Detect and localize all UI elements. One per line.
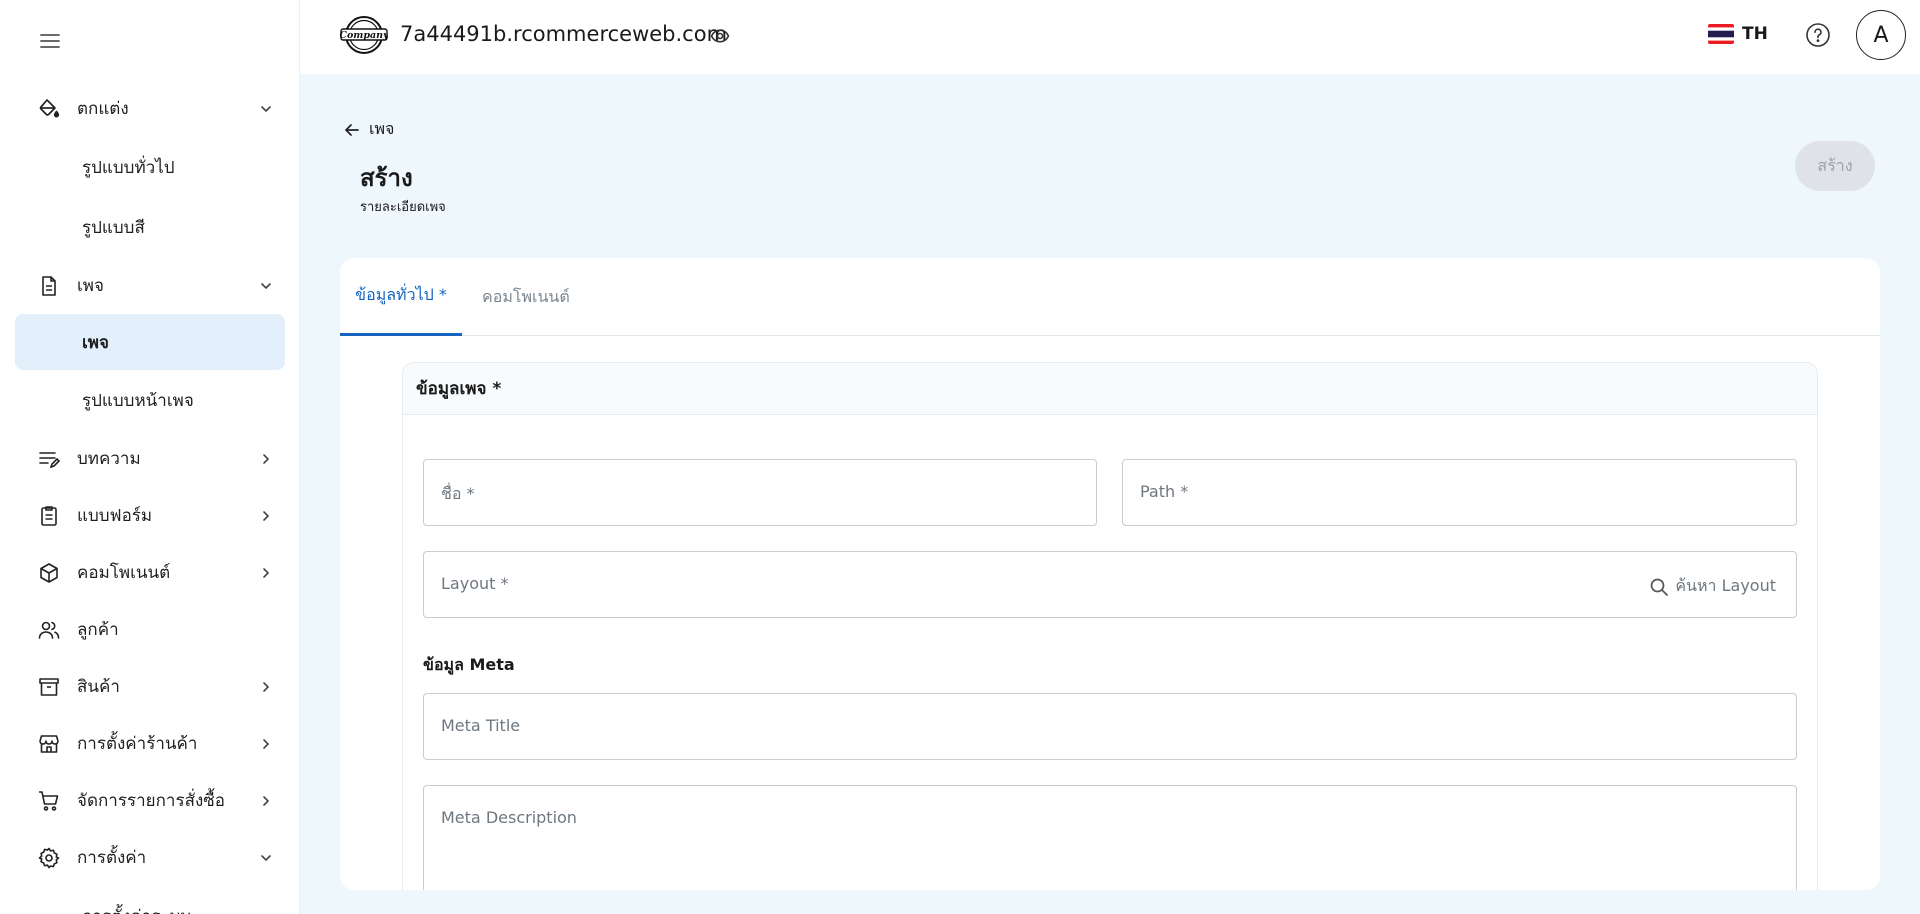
sidebar-item-customers[interactable]: ลูกค้า — [0, 601, 299, 658]
layout-field[interactable]: Layout * ค้นหา Layout — [423, 551, 1797, 618]
page-title: สร้าง — [360, 164, 413, 192]
sidebar-item-forms[interactable]: แบบฟอร์ม — [0, 487, 299, 544]
sidebar-subitem-label: รูปแบบทั่วไป — [82, 157, 175, 178]
sidebar-item-components[interactable]: คอมโพเนนต์ — [0, 544, 299, 601]
sidebar-item-label: บทความ — [77, 449, 141, 469]
article-edit-icon — [37, 447, 61, 471]
sidebar-item-pages[interactable]: เพจ — [0, 257, 299, 314]
tab-bar: ข้อมูลทั่วไป * คอมโพเนนต์ — [340, 258, 1880, 336]
sidebar-item-label: เพจ — [77, 276, 104, 296]
avatar[interactable]: A — [1856, 10, 1906, 60]
sidebar-subitem-label: รูปแบบสี — [82, 217, 145, 238]
sidebar-item-articles[interactable]: บทความ — [0, 430, 299, 487]
chevron-right-icon — [258, 565, 274, 581]
storefront-icon — [37, 732, 61, 756]
tab-components[interactable]: คอมโพเนนต์ — [482, 258, 570, 336]
help-icon[interactable] — [1805, 22, 1831, 48]
back-link[interactable]: เพจ — [343, 117, 394, 142]
search-icon — [1650, 578, 1669, 596]
back-link-label: เพจ — [369, 119, 395, 138]
sidebar-subitem-label: การตั้งค่าระบบ — [82, 903, 191, 914]
clipboard-icon — [37, 504, 61, 528]
archive-box-icon — [37, 675, 61, 699]
sidebar-item-products[interactable]: สินค้า — [0, 658, 299, 715]
meta-description-placeholder: Meta Description — [441, 808, 577, 827]
sidebar-item-label: จัดการรายการสั่งซื้อ — [77, 791, 226, 811]
create-button[interactable]: สร้าง — [1795, 141, 1875, 191]
page-subtitle: รายละเอียดเพจ — [360, 200, 446, 215]
company-logo[interactable]: Company — [340, 15, 388, 55]
sidebar-item-label: การตั้งค่าร้านค้า — [77, 734, 198, 754]
name-placeholder: ชื่อ * — [441, 484, 475, 503]
logo-text: Company — [340, 30, 388, 41]
language-selector[interactable]: TH — [1742, 24, 1768, 44]
layout-placeholder: Layout * — [441, 574, 509, 593]
top-header: Company 7a44491b.rcommerceweb.com TH A — [300, 0, 1920, 74]
menu-icon[interactable] — [38, 30, 62, 52]
sidebar-item-label: แบบฟอร์ม — [77, 506, 153, 526]
meta-section-label: ข้อมูล Meta — [423, 655, 515, 674]
chevron-right-icon — [258, 451, 274, 467]
chevron-right-icon — [258, 736, 274, 752]
sidebar-item-store-settings[interactable]: การตั้งค่าร้านค้า — [0, 715, 299, 772]
chevron-right-icon — [258, 793, 274, 809]
sidebar-item-label: ลูกค้า — [77, 620, 119, 640]
eye-icon[interactable] — [710, 27, 730, 45]
gear-icon — [37, 846, 61, 870]
layout-search-label: ค้นหา Layout — [1675, 576, 1776, 595]
sidebar-item-decorate[interactable]: ตกแต่ง — [0, 80, 299, 137]
chevron-right-icon — [258, 508, 274, 524]
users-icon — [37, 618, 61, 642]
tab-general-info[interactable]: ข้อมูลทั่วไป * — [340, 258, 462, 336]
section-title: ข้อมูลเพจ * — [403, 363, 1817, 415]
sidebar-subitem-system-settings[interactable]: การตั้งค่าระบบ — [0, 886, 299, 914]
cart-icon — [37, 789, 61, 813]
sidebar-item-label: คอมโพเนนต์ — [77, 563, 171, 583]
sidebar-item-label: ตกแต่ง — [77, 99, 129, 119]
arrow-left-icon — [345, 123, 359, 136]
chevron-right-icon — [258, 679, 274, 695]
sidebar-subitem-page-layout[interactable]: รูปแบบหน้าเพจ — [0, 370, 299, 430]
document-icon — [37, 274, 61, 298]
chevron-down-icon — [258, 101, 274, 117]
thailand-flag-icon[interactable] — [1708, 24, 1734, 44]
paint-bucket-icon — [37, 97, 61, 121]
sidebar-item-settings[interactable]: การตั้งค่า — [0, 829, 299, 886]
sidebar-subitem-label: รูปแบบหน้าเพจ — [82, 390, 194, 411]
path-field[interactable]: Path * — [1122, 459, 1797, 526]
meta-title-placeholder: Meta Title — [441, 716, 521, 735]
site-domain: 7a44491b.rcommerceweb.com — [400, 22, 728, 46]
sidebar-subitem-label: เพจ — [82, 332, 109, 353]
layout-search-button[interactable]: ค้นหา Layout — [1649, 574, 1776, 599]
meta-title-field[interactable]: Meta Title — [423, 693, 1797, 760]
form-card: ข้อมูลทั่วไป * คอมโพเนนต์ ข้อมูลเพจ * ชื… — [340, 258, 1880, 890]
meta-description-field[interactable]: Meta Description — [423, 785, 1797, 890]
page-info-section: ข้อมูลเพจ * ชื่อ * Path * Layout * ค้นหา… — [402, 362, 1818, 890]
chevron-down-icon — [258, 850, 274, 866]
sidebar-subitem-general-style[interactable]: รูปแบบทั่วไป — [0, 137, 299, 197]
sidebar: ตกแต่ง รูปแบบทั่วไป รูปแบบสี เพจ เพจ รูป… — [0, 0, 300, 914]
sidebar-item-orders[interactable]: จัดการรายการสั่งซื้อ — [0, 772, 299, 829]
sidebar-nav: ตกแต่ง รูปแบบทั่วไป รูปแบบสี เพจ เพจ รูป… — [0, 80, 299, 914]
cube-icon — [37, 561, 61, 585]
sidebar-item-label: การตั้งค่า — [77, 848, 147, 868]
sidebar-subitem-pages[interactable]: เพจ — [15, 314, 285, 370]
path-placeholder: Path * — [1140, 482, 1189, 501]
sidebar-subitem-color-style[interactable]: รูปแบบสี — [0, 197, 299, 257]
sidebar-item-label: สินค้า — [77, 677, 120, 697]
name-field[interactable]: ชื่อ * — [423, 459, 1097, 526]
chevron-down-icon — [258, 278, 274, 294]
